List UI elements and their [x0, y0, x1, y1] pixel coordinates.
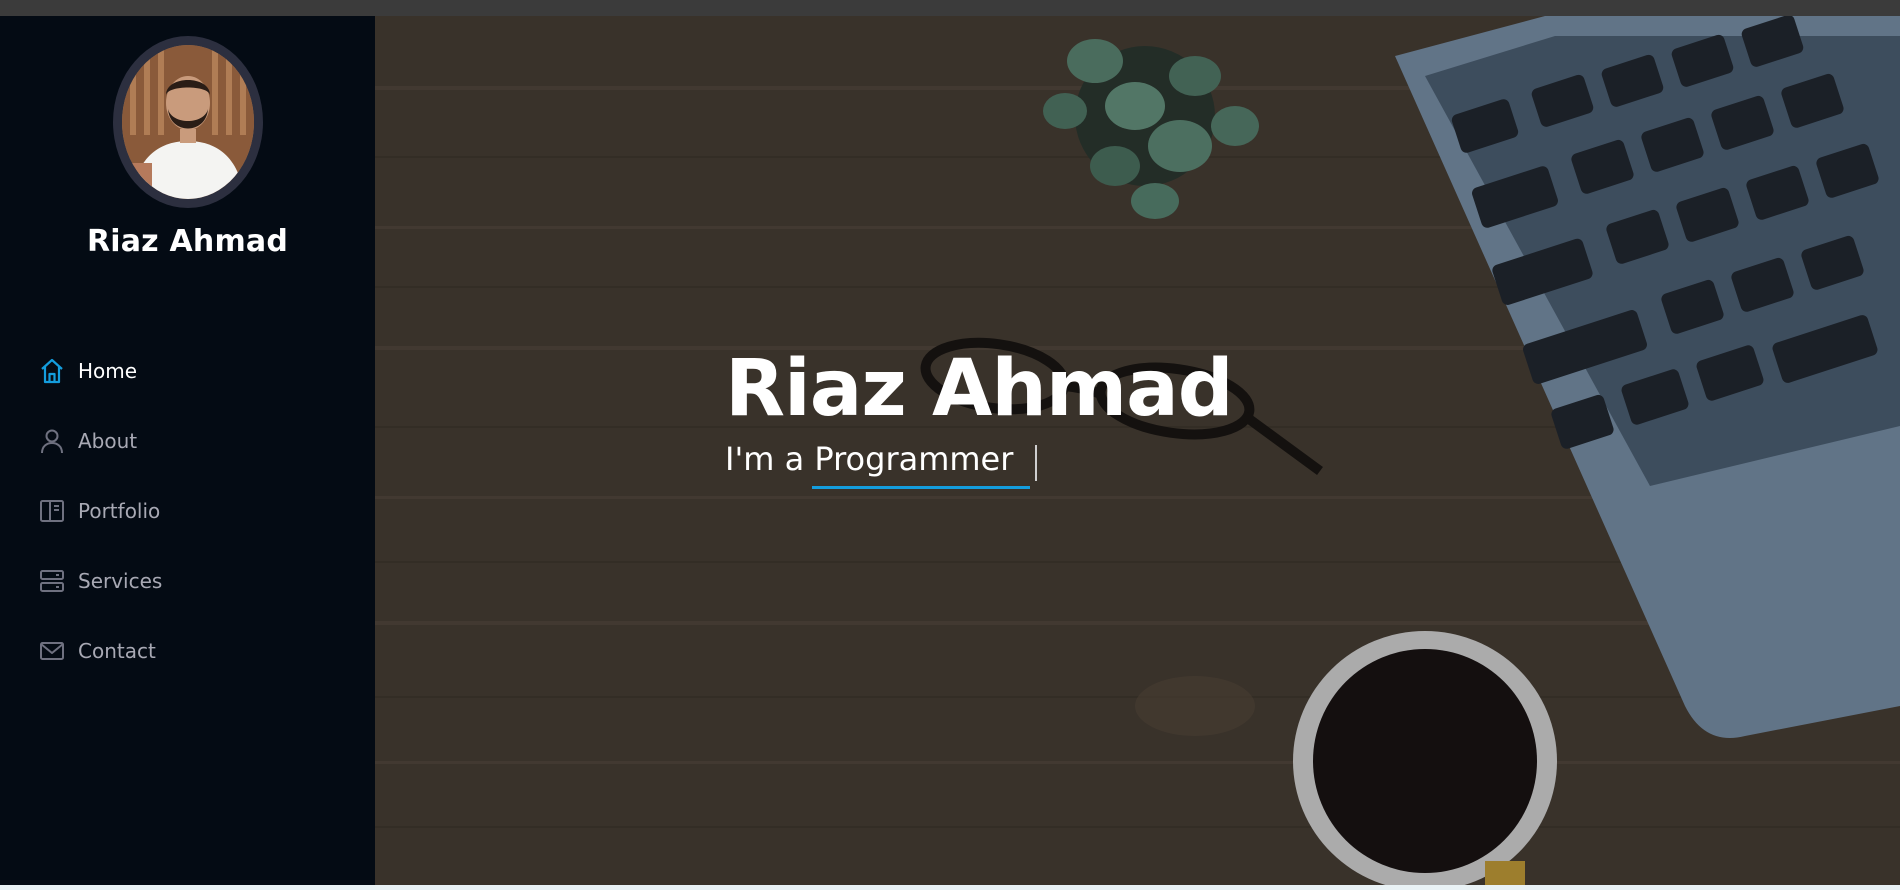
nav-label-contact: Contact [78, 639, 156, 663]
server-icon [38, 567, 66, 595]
nav-item-about[interactable]: About [38, 406, 162, 476]
desk-background-image [375, 16, 1900, 885]
browser-top-strip [0, 0, 1900, 16]
nav-label-about: About [78, 429, 138, 453]
avatar [113, 36, 263, 208]
envelope-icon [38, 637, 66, 665]
home-icon [38, 357, 66, 385]
hero-subtitle-prefix: I'm a [725, 440, 805, 478]
nav-label-services: Services [78, 569, 163, 593]
nav-item-services[interactable]: Services [38, 546, 162, 616]
hero-title: Riaz Ahmad [725, 344, 1234, 434]
hero-subtitle: I'm a Programmer [725, 440, 1013, 478]
typed-underline [812, 486, 1030, 489]
nav-item-home[interactable]: Home [38, 336, 162, 406]
sidebar: Riaz Ahmad Home About Portfolio Services… [0, 16, 375, 885]
bottom-strip [0, 885, 1900, 890]
typed-word: Programmer [814, 440, 1014, 478]
person-icon [38, 427, 66, 455]
typing-cursor [1035, 445, 1037, 481]
profile-name: Riaz Ahmad [86, 224, 289, 259]
nav-item-contact[interactable]: Contact [38, 616, 162, 686]
profile-photo [122, 45, 254, 199]
nav-item-portfolio[interactable]: Portfolio [38, 476, 162, 546]
nav-label-portfolio: Portfolio [78, 499, 161, 523]
hero-section: Riaz Ahmad I'm a Programmer [375, 16, 1900, 885]
book-icon [38, 497, 66, 525]
nav-label-home: Home [78, 359, 138, 383]
main-nav: Home About Portfolio Services Contact [38, 336, 162, 686]
